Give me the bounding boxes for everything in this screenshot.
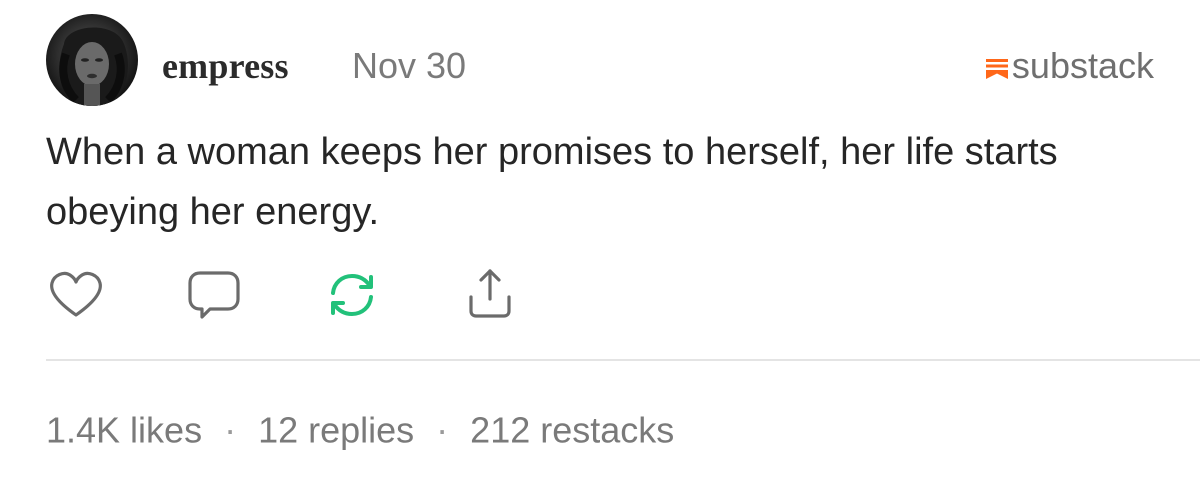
post-stats: 1.4K likes · 12 replies · 212 restacks — [46, 404, 674, 454]
post-body: When a woman keeps her promises to herse… — [46, 131, 1058, 233]
comment-icon — [188, 271, 240, 319]
substack-logo-icon — [985, 59, 1008, 79]
restack-button[interactable] — [322, 265, 382, 325]
author-name[interactable]: empress — [162, 42, 289, 90]
heart-icon — [50, 271, 102, 317]
brand-name: substack — [1011, 45, 1154, 86]
share-button[interactable] — [460, 265, 520, 325]
reply-button[interactable] — [184, 265, 244, 325]
likes-count[interactable]: 1.4K likes — [46, 409, 202, 450]
post-card: empress Nov 30 substack When a woman kee… — [0, 0, 1200, 485]
restack-icon — [331, 273, 373, 317]
substack-brand[interactable]: substack — [985, 42, 1154, 90]
share-icon — [469, 269, 511, 318]
like-button[interactable] — [46, 265, 106, 325]
avatar[interactable] — [46, 14, 138, 106]
restacks-count[interactable]: 212 restacks — [470, 409, 674, 450]
post-date[interactable]: Nov 30 — [352, 42, 466, 90]
replies-count[interactable]: 12 replies — [258, 409, 414, 450]
avatar-photo — [59, 27, 128, 106]
stats-separator: · — [224, 409, 237, 451]
stats-separator: · — [436, 409, 449, 451]
divider — [46, 359, 1200, 361]
